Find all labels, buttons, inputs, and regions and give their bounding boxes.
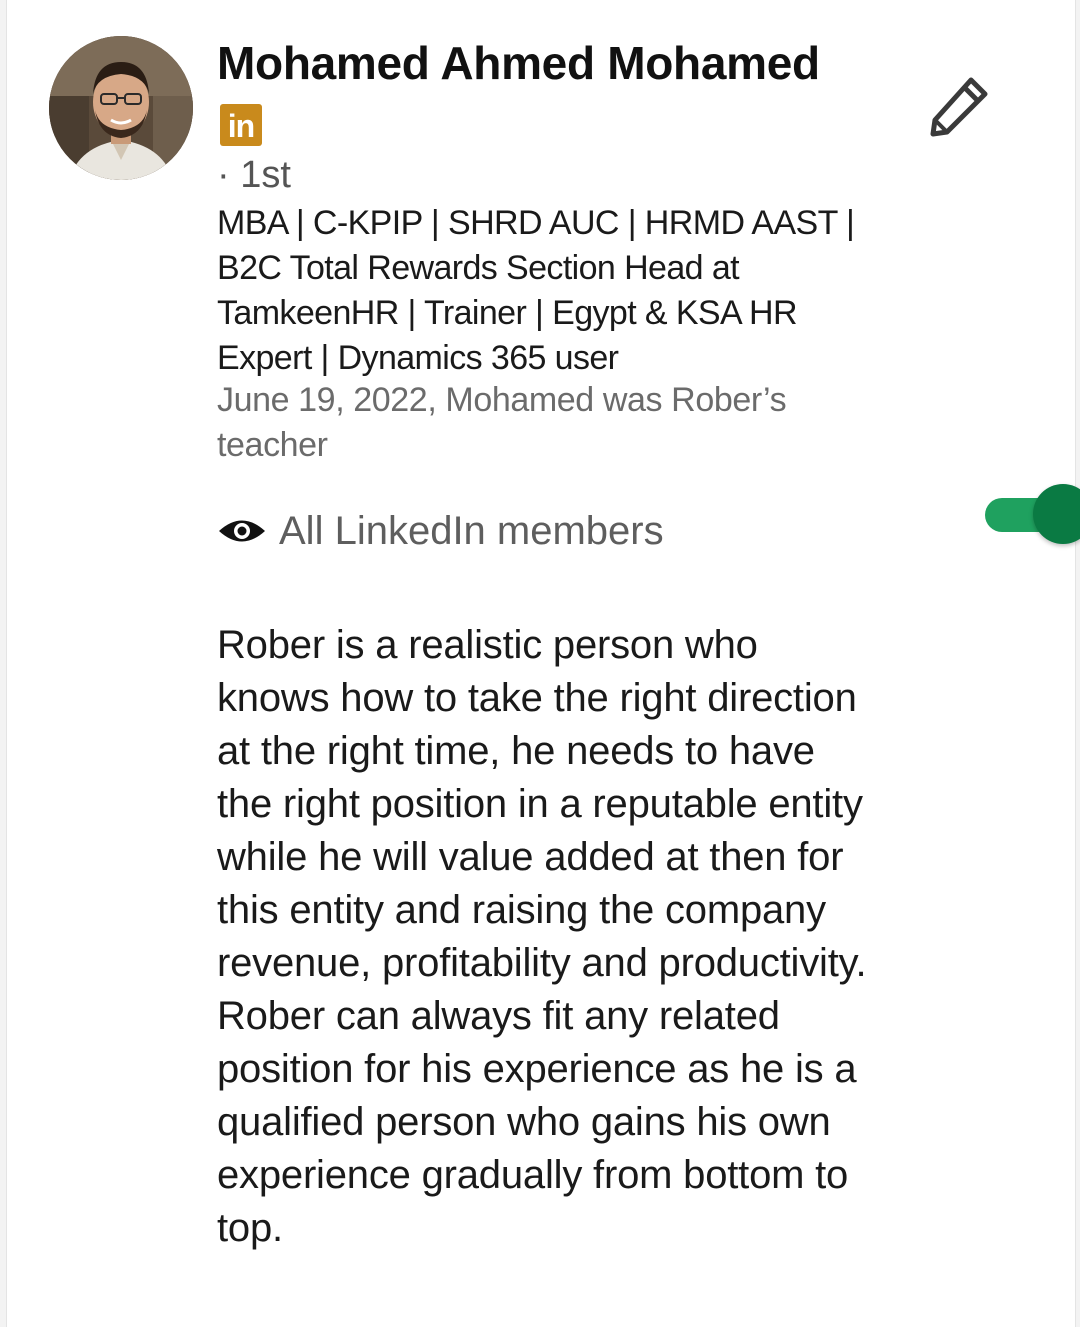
recommendation-text: Rober is a realistic person who knows ho… [217,623,867,1250]
relationship-info: June 19, 2022, Mohamed was Rober’s teach… [217,381,787,464]
recommender-name[interactable]: Mohamed Ahmed Mohamed [217,36,820,90]
pencil-icon [930,77,988,137]
avatar-photo [49,36,193,180]
visibility-toggle[interactable] [985,484,1080,546]
eye-icon [219,520,265,542]
recommendation-card: Mohamed Ahmed Mohamed in · 1st MBA | C-K… [6,0,1080,1327]
recommender-headline: MBA | C-KPIP | SHRD AUC | HRMD AAST | B2… [217,204,855,377]
visibility-setting: All LinkedIn members [217,505,664,557]
edit-button[interactable] [927,74,993,140]
toggle-knob [1033,484,1080,544]
connection-degree: · 1st [217,154,291,196]
linkedin-icon: in [220,104,262,146]
avatar[interactable] [49,36,193,180]
visibility-label: All LinkedIn members [279,508,664,553]
